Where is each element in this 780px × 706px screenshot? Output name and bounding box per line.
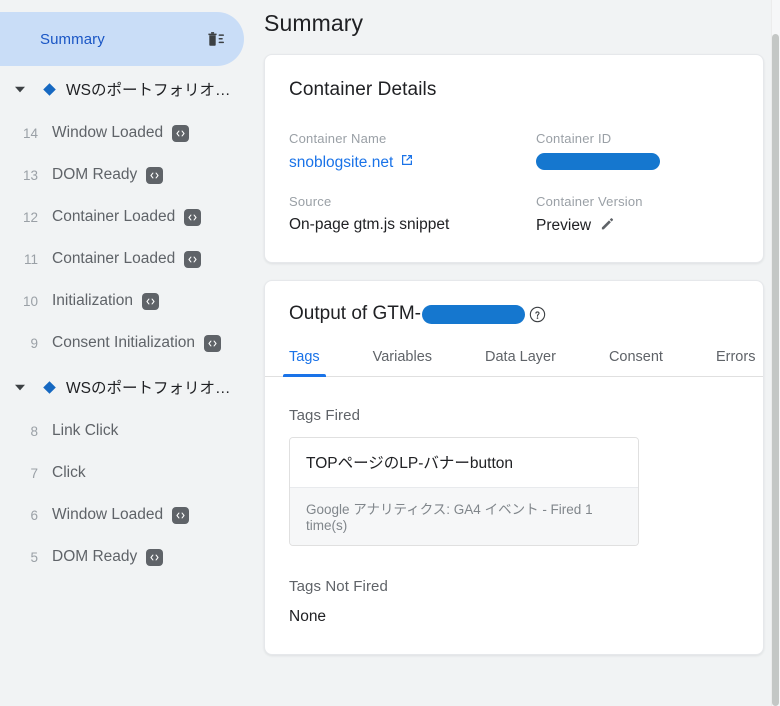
container-id-label: Container ID xyxy=(536,131,612,146)
sidebar-event-row[interactable]: 7 Click xyxy=(0,452,252,494)
tab-variables[interactable]: Variables xyxy=(373,349,432,376)
tab-tags[interactable]: Tags xyxy=(283,349,326,377)
tags-fired-list: TOPページのLP-バナーbutton Google アナリティクス: GA4 イ… xyxy=(289,437,739,546)
tags-not-fired-label: Tags Not Fired xyxy=(289,578,388,595)
code-icon[interactable] xyxy=(146,548,164,566)
sidebar-item-summary[interactable]: Summary xyxy=(0,12,244,66)
tags-fired-label: Tags Fired xyxy=(289,407,361,424)
vertical-scrollbar[interactable] xyxy=(771,0,780,706)
scrollbar-thumb[interactable] xyxy=(772,34,779,706)
field-container-id: Container ID xyxy=(536,131,739,172)
code-icon[interactable] xyxy=(142,292,159,310)
field-container-name: Container Name snoblogsite.net xyxy=(289,131,536,172)
sidebar-group-label: WSのポートフォリオブ… xyxy=(66,82,238,99)
sidebar-event-number: 14 xyxy=(22,125,38,141)
output-title: Output of GTM- xyxy=(289,303,763,325)
sidebar-event-row[interactable]: 5 DOM Ready xyxy=(0,536,252,578)
container-details-grid: Container Name snoblogsite.net Container… xyxy=(289,131,739,236)
output-card: Output of GTM- Tags Variables Data Layer Co… xyxy=(264,280,764,655)
tab-errors[interactable]: Errors xyxy=(716,349,755,376)
sidebar-event-number: 5 xyxy=(30,549,38,565)
page-title: Summary xyxy=(264,10,364,36)
external-link-icon xyxy=(400,153,414,172)
code-icon[interactable] xyxy=(172,506,190,524)
tab-data-layer[interactable]: Data Layer xyxy=(485,349,556,376)
sidebar-event-label: DOM Ready xyxy=(52,166,138,183)
sidebar-event-number: 11 xyxy=(23,251,38,267)
sidebar-event-label: DOM Ready xyxy=(52,548,138,565)
sidebar-event-number: 10 xyxy=(22,293,38,309)
tag-fired-name: TOPページのLP-バナーbutton xyxy=(290,438,638,488)
container-version-label: Container Version xyxy=(536,194,643,209)
sidebar-event-number: 6 xyxy=(30,507,38,523)
output-tabs: Tags Variables Data Layer Consent Errors xyxy=(265,349,763,377)
sidebar-event-label: Link Click xyxy=(52,422,119,439)
sidebar-event-label: Container Loaded xyxy=(52,208,176,225)
sidebar-event-label: Window Loaded xyxy=(52,124,164,141)
container-name-label: Container Name xyxy=(289,131,387,146)
sidebar-item-summary-label: Summary xyxy=(40,30,105,48)
sidebar-event-row[interactable]: 6 Window Loaded xyxy=(0,494,252,536)
main-panel: Summary Container Details Container Name… xyxy=(252,0,780,706)
tags-not-fired-value: None xyxy=(289,608,327,625)
sidebar-group-row[interactable]: WSのポートフォリオブ… xyxy=(0,364,252,410)
code-icon[interactable] xyxy=(146,166,164,184)
diamond-icon xyxy=(38,82,60,97)
code-icon[interactable] xyxy=(204,334,222,352)
sidebar-event-number: 7 xyxy=(30,465,38,481)
sidebar-event-row[interactable]: 13 DOM Ready xyxy=(0,154,252,196)
sidebar-event-number: 9 xyxy=(30,335,38,351)
output-title-prefix: Output of GTM- xyxy=(289,303,421,324)
tag-fired-meta: Google アナリティクス: GA4 イベント - Fired 1 time(… xyxy=(290,488,638,545)
sidebar-event-label: Initialization xyxy=(52,292,133,309)
tab-consent[interactable]: Consent xyxy=(609,349,663,376)
trash-list-icon[interactable] xyxy=(204,28,228,50)
sidebar-event-row[interactable]: 9 Consent Initialization xyxy=(0,322,252,364)
tags-tab-panel: Tags Fired TOPページのLP-バナーbutton Google アナリ… xyxy=(265,377,763,654)
diamond-icon xyxy=(38,380,60,395)
source-value: On-page gtm.js snippet xyxy=(289,216,450,233)
container-version-row: Preview xyxy=(536,216,615,236)
container-id-value xyxy=(536,153,739,171)
sidebar-event-row[interactable]: 11 Container Loaded xyxy=(0,238,252,280)
sidebar-event-number: 12 xyxy=(22,209,38,225)
gtm-id-redaction-bar xyxy=(421,304,525,324)
sidebar-event-row[interactable]: 12 Container Loaded xyxy=(0,196,252,238)
event-list: WSのポートフォリオブ… 14 Window Loaded 13 DOM Ready 12… xyxy=(0,66,252,578)
event-sidebar: Summary WSのポートフォリオブ… 14 Window Loaded 13 DOM… xyxy=(0,0,252,706)
sidebar-event-number: 13 xyxy=(22,167,38,183)
gtm-preview-window: Summary WSのポートフォリオブ… 14 Window Loaded 13 DOM… xyxy=(0,0,780,706)
sidebar-group-row[interactable]: WSのポートフォリオブ… xyxy=(0,66,252,112)
container-details-card: Container Details Container Name snoblog… xyxy=(264,54,764,263)
sidebar-event-number: 8 xyxy=(30,423,38,439)
sidebar-event-label: Window Loaded xyxy=(52,506,164,523)
tag-fired-item[interactable]: TOPページのLP-バナーbutton Google アナリティクス: GA4 イ… xyxy=(289,437,639,546)
container-name-value: snoblogsite.net xyxy=(289,153,394,171)
container-version-value: Preview xyxy=(536,217,592,234)
caret-down-icon[interactable] xyxy=(10,383,30,392)
code-icon[interactable] xyxy=(172,124,190,142)
sidebar-event-label: Consent Initialization xyxy=(52,334,196,351)
pencil-icon[interactable] xyxy=(600,216,615,236)
sidebar-event-label: Click xyxy=(52,464,86,481)
code-icon[interactable] xyxy=(184,250,202,268)
caret-down-icon[interactable] xyxy=(10,85,30,94)
container-id-redaction-bar xyxy=(536,153,660,171)
sidebar-group-label: WSのポートフォリオブ… xyxy=(66,380,238,397)
sidebar-event-row[interactable]: 8 Link Click xyxy=(0,410,252,452)
code-icon[interactable] xyxy=(184,208,202,226)
field-source: Source On-page gtm.js snippet xyxy=(289,194,536,236)
help-circle-icon[interactable] xyxy=(529,306,546,323)
sidebar-event-label: Container Loaded xyxy=(52,250,176,267)
container-name-link[interactable]: snoblogsite.net xyxy=(289,153,414,172)
sidebar-event-row[interactable]: 14 Window Loaded xyxy=(0,112,252,154)
container-details-heading: Container Details xyxy=(289,79,437,100)
source-label: Source xyxy=(289,194,332,209)
field-container-version: Container Version Preview xyxy=(536,194,739,236)
sidebar-event-row[interactable]: 10 Initialization xyxy=(0,280,252,322)
